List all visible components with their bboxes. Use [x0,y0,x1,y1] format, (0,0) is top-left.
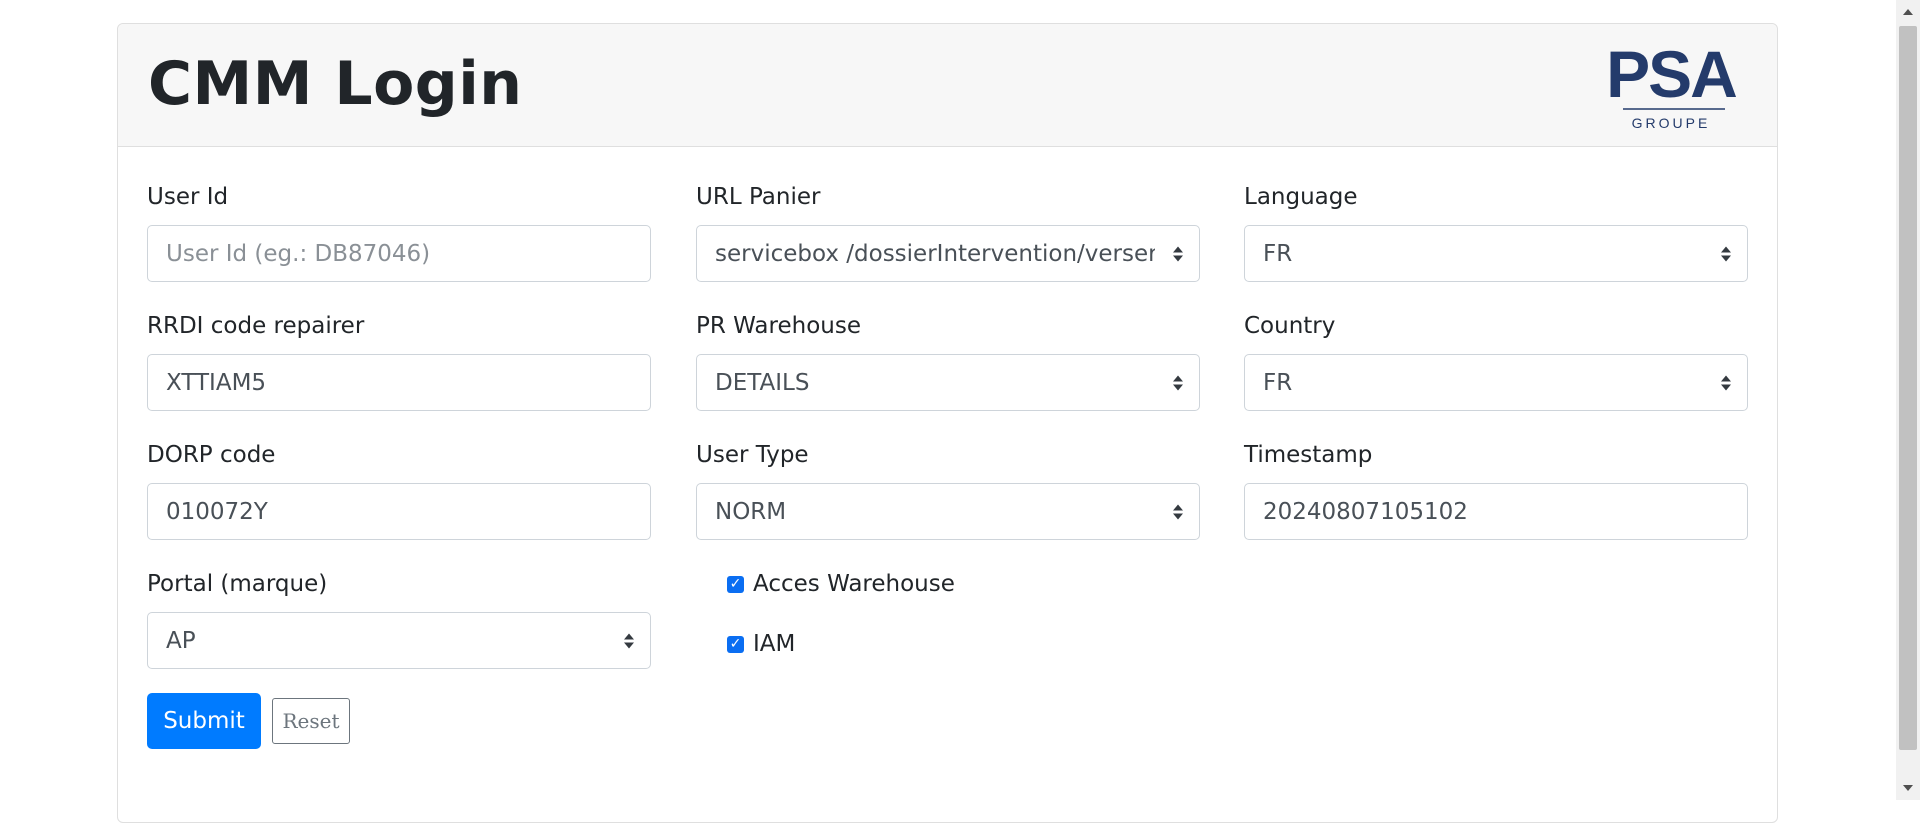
country-label: Country [1244,313,1336,339]
language-label: Language [1244,184,1358,210]
country-group: Country FR [1244,315,1748,411]
dorp-group: DORP code 010072Y [147,444,651,540]
pr-warehouse-group: PR Warehouse DETAILS [696,315,1200,411]
select-arrows-icon [1721,375,1731,390]
user-type-select[interactable]: NORM [696,483,1200,540]
user-type-group: User Type NORM [696,444,1200,540]
select-arrows-icon [1173,246,1183,261]
portal-select[interactable]: AP [147,612,651,669]
select-arrows-icon [1173,504,1183,519]
pr-warehouse-select[interactable]: DETAILS [696,354,1200,411]
language-select[interactable]: FR [1244,225,1748,282]
dorp-value: 010072Y [166,498,268,525]
timestamp-input[interactable]: 20240807105102 [1244,483,1748,540]
rrdi-label: RRDI code repairer [147,313,365,339]
user-id-group: User Id [147,186,651,282]
user-type-label: User Type [696,442,809,468]
timestamp-group: Timestamp 20240807105102 [1244,444,1748,540]
timestamp-label: Timestamp [1244,442,1373,468]
country-value: FR [1263,369,1293,396]
url-panier-value: servicebox /dossierIntervention/verserIt… [715,240,1155,267]
psa-groupe-logo: PSA GROUPE [1606,42,1738,131]
url-panier-group: URL Panier servicebox /dossierInterventi… [696,186,1200,282]
dorp-label: DORP code [147,442,276,468]
acces-warehouse-checkbox[interactable]: ✓ Acces Warehouse [727,571,955,597]
url-panier-select[interactable]: servicebox /dossierIntervention/verserIt… [696,225,1200,282]
language-value: FR [1263,240,1293,267]
select-arrows-icon [1173,375,1183,390]
country-select[interactable]: FR [1244,354,1748,411]
pr-warehouse-value: DETAILS [715,369,810,396]
iam-label: IAM [753,631,796,657]
rrdi-group: RRDI code repairer XTTIAM5 [147,315,651,411]
checkbox-checked-icon[interactable]: ✓ [727,575,744,593]
scrollbar-thumb[interactable] [1899,26,1917,750]
timestamp-value: 20240807105102 [1263,498,1468,525]
page-title: CMM Login [148,49,523,119]
scroll-up-icon[interactable] [1903,9,1913,15]
logo-text: PSA [1606,42,1736,111]
user-id-input[interactable] [147,225,651,282]
iam-checkbox[interactable]: ✓ IAM [727,631,795,657]
portal-label: Portal (marque) [147,571,328,597]
url-panier-label: URL Panier [696,184,821,210]
pr-warehouse-label: PR Warehouse [696,313,861,339]
reset-button[interactable]: Reset [272,698,350,744]
acces-warehouse-label: Acces Warehouse [753,571,955,597]
scroll-down-icon[interactable] [1903,785,1913,791]
logo-subtext: GROUPE [1632,115,1711,131]
login-card: CMM Login PSA GROUPE [117,23,1778,823]
user-type-value: NORM [715,498,787,525]
portal-group: Portal (marque) AP [147,573,651,669]
portal-value: AP [166,627,196,654]
submit-button[interactable]: Submit [147,693,261,749]
vertical-scrollbar[interactable] [1896,0,1920,800]
select-arrows-icon [1721,246,1731,261]
checkbox-checked-icon[interactable]: ✓ [727,635,744,653]
rrdi-value: XTTIAM5 [166,369,267,396]
rrdi-input[interactable]: XTTIAM5 [147,354,651,411]
select-arrows-icon [624,633,634,648]
language-group: Language FR [1244,186,1748,282]
user-id-label: User Id [147,184,229,210]
dorp-input[interactable]: 010072Y [147,483,651,540]
card-header: CMM Login PSA GROUPE [118,24,1777,147]
